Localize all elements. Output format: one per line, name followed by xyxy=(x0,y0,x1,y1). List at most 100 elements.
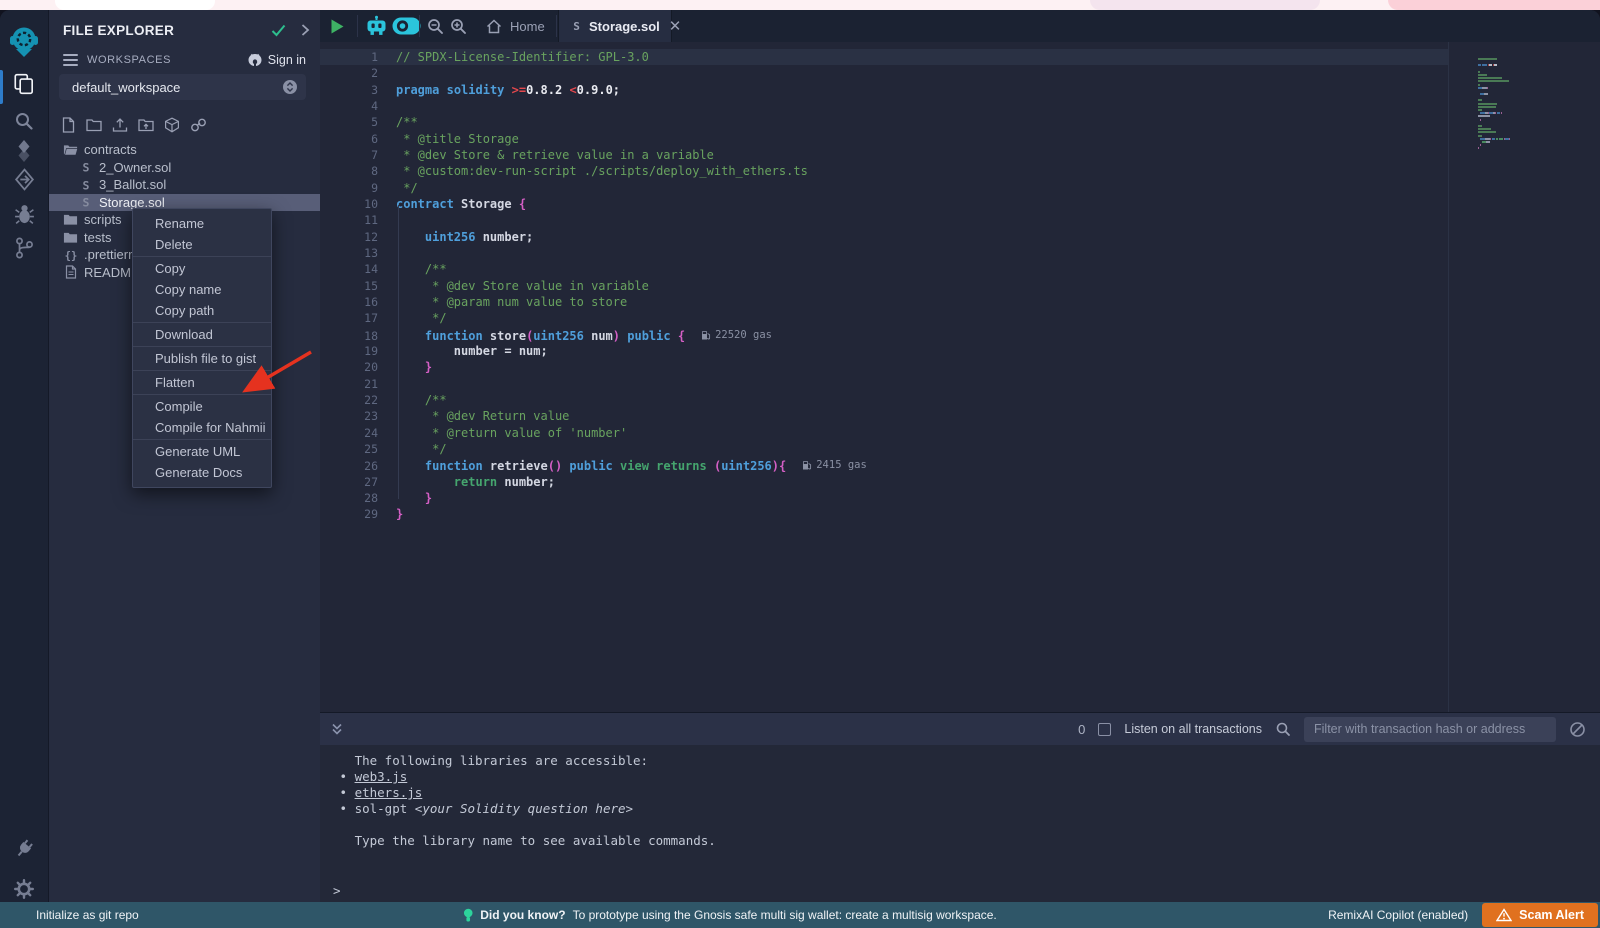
block-ban-icon[interactable] xyxy=(1569,721,1586,738)
copilot-status-label[interactable]: RemixAI Copilot (enabled) xyxy=(1328,908,1468,922)
status-bar-right: RemixAI Copilot (enabled) Scam Alert xyxy=(1328,903,1600,927)
new-file-icon[interactable] xyxy=(61,117,76,133)
run-script-play-icon[interactable] xyxy=(331,19,344,34)
search-icon[interactable] xyxy=(0,110,48,132)
menu-item-compile[interactable]: Compile xyxy=(133,396,271,417)
tree-item-3-ballot-sol[interactable]: S3_Ballot.sol xyxy=(49,176,320,194)
code-line-23[interactable]: 23 * @dev Return value xyxy=(320,408,1448,424)
code-line-5[interactable]: 5/** xyxy=(320,114,1448,130)
code-line-25[interactable]: 25 */ xyxy=(320,441,1448,457)
code-line-13[interactable]: 13 xyxy=(320,245,1448,261)
tree-item-contracts[interactable]: contracts xyxy=(49,141,320,159)
settings-gear-icon[interactable] xyxy=(0,878,48,900)
code-line-9[interactable]: 9 */ xyxy=(320,180,1448,196)
code-text: /** xyxy=(396,262,447,276)
menu-item-publish-file-to-gist[interactable]: Publish file to gist xyxy=(133,348,271,369)
code-line-18[interactable]: 18 function store(uint256 num) public {2… xyxy=(320,327,1448,343)
terminal-prompt[interactable]: > xyxy=(333,883,341,898)
code-line-19[interactable]: 19 number = num; xyxy=(320,343,1448,359)
git-icon[interactable] xyxy=(0,236,48,260)
tab-storage-sol[interactable]: S Storage.sol ✕ xyxy=(558,10,672,42)
code-line-27[interactable]: 27 return number; xyxy=(320,474,1448,490)
scam-alert-button[interactable]: Scam Alert xyxy=(1482,903,1598,927)
cube-icon[interactable] xyxy=(164,117,180,133)
code-line-17[interactable]: 17 */ xyxy=(320,310,1448,326)
workspace-selector[interactable]: default_workspace xyxy=(59,74,306,100)
upload-file-icon[interactable] xyxy=(112,117,128,133)
ai-robot-icon[interactable] xyxy=(364,15,389,37)
remix-logo-icon[interactable] xyxy=(0,24,48,64)
line-number: 15 xyxy=(320,278,378,294)
minimap[interactable] xyxy=(1478,47,1548,139)
code-line-11[interactable]: 11 xyxy=(320,212,1448,228)
hamburger-menu-icon[interactable] xyxy=(63,54,78,66)
code-line-20[interactable]: 20 } xyxy=(320,359,1448,375)
terminal-link[interactable]: ethers.js xyxy=(355,785,423,800)
code-line-2[interactable]: 2 xyxy=(320,65,1448,81)
code-line-12[interactable]: 12 uint256 number; xyxy=(320,229,1448,245)
terminal-output[interactable]: The following libraries are accessible: … xyxy=(320,745,1600,902)
upload-folder-icon[interactable] xyxy=(138,117,154,133)
menu-item-compile-for-nahmii[interactable]: Compile for Nahmii xyxy=(133,417,271,438)
code-line-4[interactable]: 4 xyxy=(320,98,1448,114)
menu-item-copy[interactable]: Copy xyxy=(133,258,271,279)
menu-item-generate-docs[interactable]: Generate Docs xyxy=(133,462,271,483)
solidity-compiler-icon[interactable] xyxy=(0,139,48,163)
line-number: 14 xyxy=(320,261,378,277)
tab-home[interactable]: Home xyxy=(470,10,556,42)
code-line-15[interactable]: 15 * @dev Store value in variable xyxy=(320,278,1448,294)
menu-item-delete[interactable]: Delete xyxy=(133,234,271,255)
code-line-24[interactable]: 24 * @return value of 'number' xyxy=(320,425,1448,441)
code-line-8[interactable]: 8 * @custom:dev-run-script ./scripts/dep… xyxy=(320,163,1448,179)
indent-guide xyxy=(398,205,399,499)
code-line-10[interactable]: 10contract Storage { xyxy=(320,196,1448,212)
code-line-28[interactable]: 28 } xyxy=(320,490,1448,506)
line-number: 26 xyxy=(320,458,378,474)
code-line-22[interactable]: 22 /** xyxy=(320,392,1448,408)
zoom-in-icon[interactable] xyxy=(449,17,467,35)
terminal-expand-icon[interactable] xyxy=(330,722,344,736)
file-explorer-icon[interactable] xyxy=(0,72,48,96)
check-icon[interactable] xyxy=(271,24,286,37)
listen-transactions-checkbox[interactable] xyxy=(1098,723,1111,736)
tree-item-2-owner-sol[interactable]: S2_Owner.sol xyxy=(49,159,320,177)
code-line-26[interactable]: 26 function retrieve() public view retur… xyxy=(320,457,1448,473)
code-line-14[interactable]: 14 /** xyxy=(320,261,1448,277)
link-icon[interactable] xyxy=(190,117,207,133)
menu-item-download[interactable]: Download xyxy=(133,324,271,345)
code-line-6[interactable]: 6 * @title Storage xyxy=(320,131,1448,147)
code-line-21[interactable]: 21 xyxy=(320,376,1448,392)
menu-item-rename[interactable]: Rename xyxy=(133,213,271,234)
sign-in-button[interactable]: Sign in xyxy=(247,53,306,67)
init-git-repo-button[interactable]: Initialize as git repo xyxy=(0,908,139,922)
plugin-manager-icon[interactable] xyxy=(0,838,48,860)
close-tab-icon[interactable]: ✕ xyxy=(669,17,682,35)
code-line-1[interactable]: 1// SPDX-License-Identifier: GPL-3.0 xyxy=(320,49,1448,65)
code-line-3[interactable]: 3pragma solidity >=0.8.2 <0.9.0; xyxy=(320,82,1448,98)
terminal-search-icon[interactable] xyxy=(1275,721,1291,737)
zoom-out-icon[interactable] xyxy=(426,17,444,35)
menu-item-copy-name[interactable]: Copy name xyxy=(133,279,271,300)
copilot-toggle[interactable] xyxy=(392,17,421,35)
new-folder-icon[interactable] xyxy=(86,117,102,133)
transaction-filter-input[interactable] xyxy=(1304,717,1556,742)
tab-active-label: Storage.sol xyxy=(589,19,660,34)
menu-item-flatten[interactable]: Flatten xyxy=(133,372,271,393)
chevron-right-icon[interactable] xyxy=(300,23,310,37)
code-text: /** xyxy=(396,115,418,129)
code-line-16[interactable]: 16 * @param num value to store xyxy=(320,294,1448,310)
code-line-29[interactable]: 29} xyxy=(320,506,1448,522)
code-line-7[interactable]: 7 * @dev Store & retrieve value in a var… xyxy=(320,147,1448,163)
line-number: 25 xyxy=(320,441,378,457)
file-context-menu: RenameDelete CopyCopy nameCopy path Downlo… xyxy=(132,208,272,488)
deploy-run-icon[interactable] xyxy=(0,168,48,191)
menu-item-copy-path[interactable]: Copy path xyxy=(133,300,271,321)
debugger-icon[interactable] xyxy=(0,203,48,226)
file-actions-toolbar xyxy=(61,116,207,134)
tree-item-label: contracts xyxy=(84,142,137,157)
menu-item-generate-uml[interactable]: Generate UML xyxy=(133,441,271,462)
terminal-link[interactable]: web3.js xyxy=(355,769,408,784)
code-lines: 1// SPDX-License-Identifier: GPL-3.023pr… xyxy=(320,42,1600,523)
code-text: uint256 number; xyxy=(396,230,533,244)
menu-separator xyxy=(133,256,271,257)
